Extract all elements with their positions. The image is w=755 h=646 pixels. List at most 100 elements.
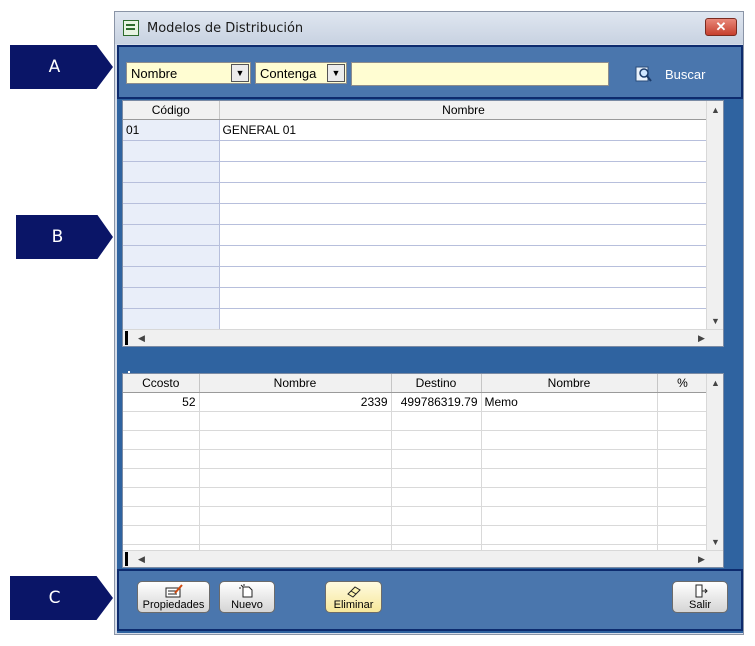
cell-empty[interactable] [219, 161, 709, 183]
cell-empty[interactable] [657, 487, 709, 507]
table-row[interactable] [123, 525, 709, 545]
scroll-right-icon[interactable]: ▶ [693, 330, 710, 346]
cell-empty[interactable] [481, 468, 658, 488]
cell-empty[interactable] [199, 525, 392, 545]
cell-empty[interactable] [657, 525, 709, 545]
table-row[interactable] [123, 203, 709, 225]
cell-empty[interactable] [391, 430, 482, 450]
table-row[interactable] [123, 468, 709, 488]
table-row[interactable] [123, 161, 709, 183]
cell-empty[interactable] [199, 468, 392, 488]
cell-empty[interactable] [657, 449, 709, 469]
cell-codigo[interactable]: 01 [123, 119, 220, 141]
scroll-left-icon[interactable]: ◀ [133, 551, 150, 567]
column-header-ccosto[interactable]: Ccosto [123, 374, 200, 393]
vertical-scrollbar[interactable]: ▲ ▼ [706, 374, 723, 550]
cell-empty[interactable] [391, 468, 482, 488]
table-row[interactable] [123, 487, 709, 507]
table-row[interactable] [123, 411, 709, 431]
cell-empty[interactable] [219, 203, 709, 225]
scroll-right-icon[interactable]: ▶ [693, 551, 710, 567]
table-row[interactable] [123, 449, 709, 469]
cell-empty[interactable] [219, 224, 709, 246]
cell-empty[interactable] [123, 430, 200, 450]
cell-empty[interactable] [123, 182, 220, 204]
column-header-percent[interactable]: % [657, 374, 709, 393]
cell-empty[interactable] [199, 487, 392, 507]
cell-empty[interactable] [123, 224, 220, 246]
cell-empty[interactable] [219, 308, 709, 330]
cell-empty[interactable] [123, 487, 200, 507]
cell-nombre-destino[interactable]: Memo [481, 392, 658, 412]
column-header-nombre[interactable]: Nombre [199, 374, 392, 393]
table-row[interactable] [123, 266, 709, 288]
eliminar-button[interactable]: Eliminar [325, 581, 382, 613]
cell-empty[interactable] [391, 525, 482, 545]
column-sizer[interactable] [125, 552, 128, 566]
scroll-down-icon[interactable]: ▼ [707, 533, 723, 550]
scroll-left-icon[interactable]: ◀ [133, 330, 150, 346]
propiedades-button[interactable]: Propiedades [137, 581, 210, 613]
cell-empty[interactable] [199, 411, 392, 431]
vertical-scrollbar[interactable]: ▲ ▼ [706, 101, 723, 329]
cell-empty[interactable] [481, 430, 658, 450]
chevron-down-icon[interactable]: ▼ [327, 64, 345, 82]
cell-empty[interactable] [199, 506, 392, 526]
scroll-up-icon[interactable]: ▲ [707, 101, 723, 118]
table-row[interactable]: 52 2339 499786319.79 Memo [123, 392, 709, 412]
cell-empty[interactable] [123, 525, 200, 545]
salir-button[interactable]: Salir [672, 581, 728, 613]
cell-destino[interactable]: 499786319.79 [391, 392, 482, 412]
cell-empty[interactable] [657, 430, 709, 450]
cell-empty[interactable] [123, 308, 220, 330]
cell-empty[interactable] [219, 140, 709, 162]
cell-empty[interactable] [391, 449, 482, 469]
close-button[interactable]: ✕ [705, 18, 737, 36]
cell-empty[interactable] [391, 487, 482, 507]
cell-empty[interactable] [199, 430, 392, 450]
table-row[interactable] [123, 430, 709, 450]
table-row[interactable] [123, 308, 709, 330]
table-row[interactable]: 01 GENERAL 01 [123, 119, 709, 141]
cell-empty[interactable] [123, 411, 200, 431]
table-row[interactable] [123, 224, 709, 246]
cell-empty[interactable] [391, 411, 482, 431]
horizontal-scrollbar[interactable]: ◀ ▶ [123, 329, 723, 346]
cell-empty[interactable] [481, 525, 658, 545]
search-input[interactable] [351, 62, 609, 86]
cell-empty[interactable] [123, 161, 220, 183]
nuevo-button[interactable]: Nuevo [219, 581, 275, 613]
cell-empty[interactable] [123, 287, 220, 309]
table-row[interactable] [123, 506, 709, 526]
cell-empty[interactable] [481, 506, 658, 526]
column-sizer[interactable] [125, 331, 128, 345]
column-header-destino[interactable]: Destino [391, 374, 482, 393]
cell-empty[interactable] [657, 506, 709, 526]
cell-empty[interactable] [219, 287, 709, 309]
cell-empty[interactable] [219, 182, 709, 204]
cell-empty[interactable] [391, 506, 482, 526]
cell-empty[interactable] [123, 468, 200, 488]
cell-empty[interactable] [123, 449, 200, 469]
horizontal-scrollbar[interactable]: ◀ ▶ [123, 550, 723, 567]
table-row[interactable] [123, 287, 709, 309]
cell-ccosto[interactable]: 52 [123, 392, 200, 412]
cell-empty[interactable] [219, 245, 709, 267]
table-row[interactable] [123, 140, 709, 162]
cell-empty[interactable] [219, 266, 709, 288]
table-row[interactable] [123, 245, 709, 267]
cell-empty[interactable] [481, 449, 658, 469]
operator-select[interactable]: Contenga ▼ [255, 62, 347, 84]
cell-empty[interactable] [481, 487, 658, 507]
cell-empty[interactable] [657, 411, 709, 431]
cell-nombre[interactable]: GENERAL 01 [219, 119, 709, 141]
cell-empty[interactable] [199, 449, 392, 469]
scroll-up-icon[interactable]: ▲ [707, 374, 723, 391]
scroll-down-icon[interactable]: ▼ [707, 312, 723, 329]
column-header-nombre-destino[interactable]: Nombre [481, 374, 658, 393]
cell-empty[interactable] [481, 411, 658, 431]
cell-empty[interactable] [123, 203, 220, 225]
cell-nombre[interactable]: 2339 [199, 392, 392, 412]
cell-empty[interactable] [123, 506, 200, 526]
chevron-down-icon[interactable]: ▼ [231, 64, 249, 82]
